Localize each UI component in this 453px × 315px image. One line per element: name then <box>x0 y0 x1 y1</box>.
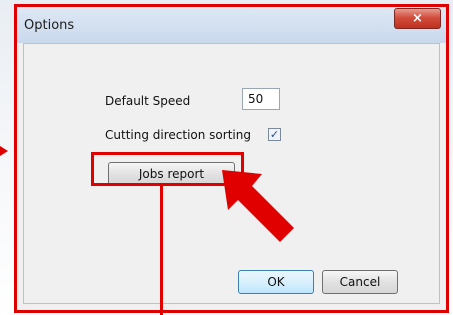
cutting-direction-sorting-checkbox[interactable]: ✓ <box>268 128 281 141</box>
jobs-report-button[interactable]: Jobs report <box>108 162 235 186</box>
default-speed-input[interactable]: 50 <box>242 88 280 110</box>
dialog-title: Options <box>24 18 75 33</box>
default-speed-label: Default Speed <box>105 94 191 108</box>
close-icon: × <box>412 11 423 26</box>
cancel-button[interactable]: Cancel <box>322 270 398 294</box>
cutting-direction-sorting-label: Cutting direction sorting <box>105 128 251 142</box>
options-dialog: Options × Default Speed 50 Cutting direc… <box>15 4 448 312</box>
close-button[interactable]: × <box>394 8 441 29</box>
title-bar: Options × <box>16 5 447 43</box>
ok-button[interactable]: OK <box>238 270 314 294</box>
annotation-left-arrow-icon <box>0 146 8 156</box>
dialog-body: Default Speed 50 Cutting direction sorti… <box>23 43 440 304</box>
checkmark-icon: ✓ <box>269 128 280 141</box>
